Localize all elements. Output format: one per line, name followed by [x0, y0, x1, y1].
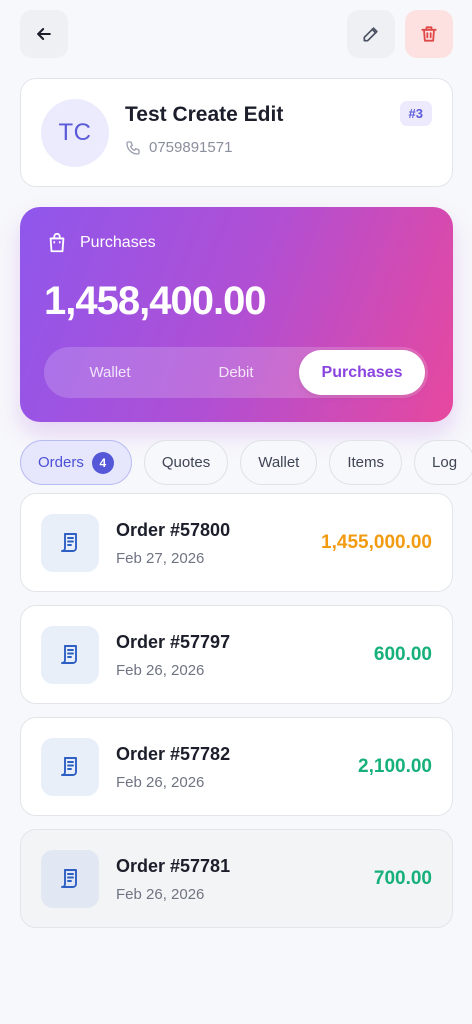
order-amount: 700.00	[373, 868, 432, 889]
contact-phone: 0759891571	[149, 139, 233, 156]
back-button[interactable]	[20, 10, 68, 58]
receipt-icon	[61, 533, 77, 552]
tab-items[interactable]: Items	[329, 440, 403, 485]
tab-label: Items	[347, 454, 385, 471]
delete-button[interactable]	[405, 10, 453, 58]
tab-label: Quotes	[161, 454, 211, 471]
segment-purchases[interactable]: Purchases	[299, 350, 425, 395]
pencil-icon	[363, 27, 378, 42]
receipt-icon	[61, 869, 77, 888]
tab-orders[interactable]: Orders 4	[20, 440, 132, 485]
tab-count-badge: 4	[91, 451, 114, 474]
contact-name: Test Create Edit	[125, 103, 284, 126]
receipt-icon	[61, 645, 77, 664]
phone-icon	[126, 140, 140, 155]
tab-label: Log	[432, 454, 458, 471]
arrow-left-icon	[37, 28, 51, 40]
balance-type-switch: Wallet Debit Purchases	[44, 347, 428, 398]
balance-card: Purchases 1,458,400.00 Wallet Debit Purc…	[20, 207, 453, 422]
section-tabs: Orders 4 Quotes Wallet Items Log	[20, 440, 472, 486]
tab-wallet[interactable]: Wallet	[240, 440, 318, 485]
order-title: Order #57782	[116, 744, 231, 764]
order-row[interactable]: Order #57800 Feb 27, 2026 1,455,000.00	[20, 493, 453, 592]
order-date: Feb 26, 2026	[116, 774, 205, 791]
order-date: Feb 27, 2026	[116, 550, 205, 567]
balance-amount: 1,458,400.00	[44, 279, 267, 323]
trash-icon	[421, 26, 437, 42]
tab-quotes[interactable]: Quotes	[143, 440, 229, 485]
receipt-icon-tile	[41, 626, 99, 684]
receipt-icon	[61, 757, 77, 776]
order-amount: 1,455,000.00	[321, 532, 432, 553]
segment-wallet[interactable]: Wallet	[47, 350, 173, 395]
order-amount: 600.00	[373, 644, 432, 665]
tab-log[interactable]: Log	[414, 440, 472, 485]
order-title: Order #57781	[116, 856, 231, 876]
order-row[interactable]: Order #57797 Feb 26, 2026 600.00	[20, 605, 453, 704]
orders-list: Order #57800 Feb 27, 2026 1,455,000.00 O…	[20, 493, 453, 941]
receipt-icon-tile	[41, 850, 99, 908]
contact-id-badge: #3	[399, 101, 432, 126]
tab-label: Wallet	[258, 454, 300, 471]
shopping-bag-icon	[49, 232, 65, 253]
contact-phone-row: 0759891571	[125, 139, 232, 156]
tab-label: Orders	[38, 454, 84, 471]
order-amount: 2,100.00	[358, 756, 432, 777]
contact-card: TC Test Create Edit 0759891571 #3	[20, 78, 453, 187]
balance-label: Purchases	[80, 234, 156, 251]
segment-debit[interactable]: Debit	[173, 350, 299, 395]
receipt-icon-tile	[41, 514, 99, 572]
order-date: Feb 26, 2026	[116, 662, 205, 679]
order-title: Order #57797	[116, 632, 231, 652]
balance-label-row: Purchases	[46, 232, 156, 254]
edit-button[interactable]	[347, 10, 395, 58]
order-title: Order #57800	[116, 520, 231, 540]
avatar: TC	[41, 99, 109, 167]
order-date: Feb 26, 2026	[116, 886, 205, 903]
receipt-icon-tile	[41, 738, 99, 796]
order-row[interactable]: Order #57781 Feb 26, 2026 700.00	[20, 829, 453, 928]
order-row[interactable]: Order #57782 Feb 26, 2026 2,100.00	[20, 717, 453, 816]
